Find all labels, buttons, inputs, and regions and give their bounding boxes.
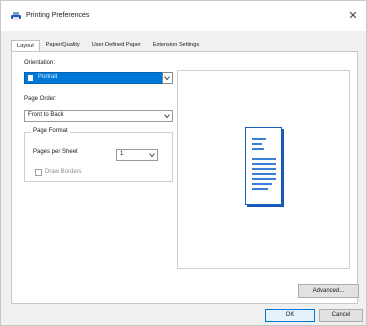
preview-text-line	[252, 148, 264, 150]
window-title: Printing Preferences	[26, 12, 90, 19]
chevron-down-icon	[149, 153, 155, 158]
tab-strip: Layout Paper/Quality User Defined Paper Ext…	[11, 39, 205, 52]
portrait-page-preview	[245, 127, 282, 205]
orientation-dropdown-button[interactable]	[162, 72, 173, 84]
printer-icon	[11, 12, 21, 20]
chevron-down-icon	[164, 114, 170, 119]
chevron-down-icon	[164, 76, 170, 81]
preview-text-line	[252, 143, 262, 145]
preview-text-line	[252, 158, 276, 160]
preview-text-line	[252, 183, 272, 185]
orientation-value: Portrait	[38, 74, 58, 80]
pages-per-sheet-select[interactable]: 1	[116, 149, 158, 161]
orientation-select[interactable]: Portrait	[24, 72, 173, 84]
page-format-legend: Page Format	[31, 128, 70, 134]
printing-preferences-dialog: Printing Preferences ✕ Layout Paper/Quali…	[0, 0, 367, 326]
preview-text-line	[252, 173, 276, 175]
orientation-label: Orientation:	[24, 60, 56, 66]
title-bar: Printing Preferences ✕	[1, 1, 366, 31]
pages-per-sheet-value: 1	[120, 151, 124, 157]
portrait-page-icon	[28, 75, 33, 81]
page-order-label: Page Order:	[24, 96, 57, 102]
layout-panel: Orientation: Portrait Page Order: Front …	[11, 51, 358, 304]
preview-text-line	[252, 188, 268, 190]
tab-extension-settings[interactable]: Extension Settings	[147, 39, 205, 51]
close-icon[interactable]: ✕	[346, 9, 360, 23]
page-format-group: Page Format Pages per Sheet 1 Draw Borde…	[24, 128, 173, 182]
page-order-select[interactable]: Front to Back	[24, 110, 173, 122]
draw-borders-checkbox[interactable]	[35, 169, 42, 176]
preview-text-line	[252, 168, 276, 170]
preview-text-line	[252, 163, 276, 165]
page-order-value: Front to Back	[28, 112, 64, 118]
tab-user-defined-paper[interactable]: User Defined Paper	[86, 39, 147, 51]
preview-text-line	[252, 138, 266, 140]
layout-preview	[177, 70, 350, 269]
draw-borders-label: Draw Borders	[45, 169, 82, 175]
cancel-button[interactable]: Cancel	[319, 309, 363, 322]
advanced-button[interactable]: Advanced...	[298, 284, 359, 298]
tab-paper-quality[interactable]: Paper/Quality	[40, 39, 86, 51]
preview-text-line	[252, 178, 276, 180]
pages-per-sheet-label: Pages per Sheet	[33, 149, 78, 155]
ok-button[interactable]: OK	[265, 309, 315, 322]
